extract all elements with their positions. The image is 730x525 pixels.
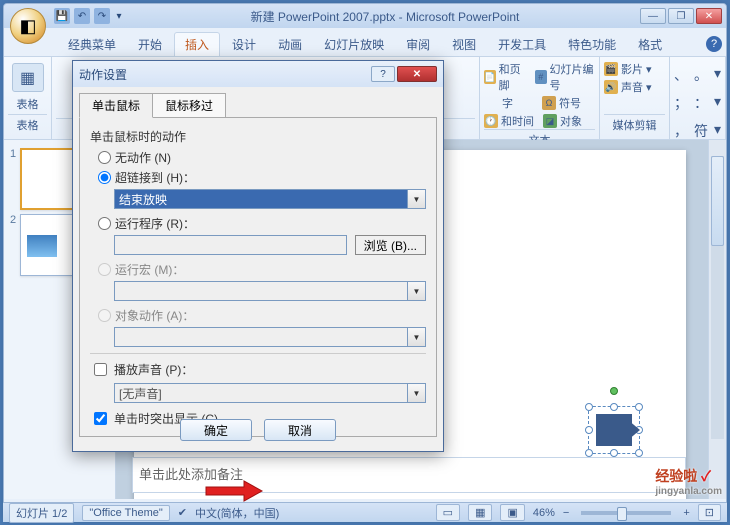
save-icon[interactable]: 💾: [54, 8, 70, 24]
object-icon: ◪: [543, 114, 557, 128]
maximize-button[interactable]: ❐: [668, 8, 694, 24]
zoom-in-button[interactable]: +: [683, 507, 689, 519]
table-icon[interactable]: ▦: [12, 63, 44, 92]
tab-home[interactable]: 开始: [128, 33, 172, 56]
status-bar: 幻灯片 1/2 "Office Theme" ✔ 中文(简体，中国) ▭ ▦ ▣…: [3, 502, 727, 522]
datetime-icon: 🕐: [484, 114, 498, 128]
radio-run-macro: [98, 263, 111, 276]
zoom-out-button[interactable]: −: [563, 507, 569, 519]
fit-window-button[interactable]: ⊡: [698, 504, 721, 521]
help-button[interactable]: ?: [706, 36, 722, 52]
dropdown-icon: ▼: [408, 281, 426, 301]
status-theme[interactable]: "Office Theme": [82, 505, 169, 521]
hyperlink-combo[interactable]: [114, 189, 408, 209]
tab-mouse-click[interactable]: 单击鼠标: [79, 93, 153, 118]
dialog-title-bar[interactable]: 动作设置 ? ✕: [73, 61, 443, 87]
tab-animation[interactable]: 动画: [268, 33, 312, 56]
checkbox-play-sound[interactable]: [94, 363, 107, 376]
handle-sw[interactable]: [585, 449, 593, 457]
window-title: 新建 PowerPoint 2007.pptx - Microsoft Powe…: [130, 8, 640, 25]
tab-insert[interactable]: 插入: [174, 32, 220, 56]
datetime-item[interactable]: 🕐和时间◪对象: [484, 113, 595, 129]
watermark: 经验啦 ✓ jingyanla.com: [655, 466, 722, 497]
dialog-actions: 确定 取消: [73, 419, 443, 441]
movie-icon: 🎬: [604, 62, 618, 76]
movie-item[interactable]: 🎬影片 ▾: [604, 61, 652, 77]
handle-nw[interactable]: [585, 403, 593, 411]
sound-item[interactable]: 🔊声音 ▾: [604, 79, 652, 95]
office-button[interactable]: ◧: [10, 8, 46, 44]
handle-s[interactable]: [610, 449, 618, 457]
handle-w[interactable]: [585, 426, 593, 434]
tab-developer[interactable]: 开发工具: [488, 33, 556, 56]
redo-icon[interactable]: ↷: [94, 8, 110, 24]
dropdown-icon: ▼: [408, 327, 426, 347]
tab-slideshow[interactable]: 幻灯片放映: [314, 33, 394, 56]
status-zoom[interactable]: 46%: [533, 507, 555, 519]
dialog-help-button[interactable]: ?: [371, 66, 395, 82]
action-settings-dialog: 动作设置 ? ✕ 单击鼠标 鼠标移过 单击鼠标时的动作 无动作 (N) 超链接到…: [72, 60, 444, 452]
symbol-icon: Ω: [542, 96, 556, 110]
sound-combo[interactable]: [114, 383, 408, 403]
undo-icon[interactable]: ↶: [74, 8, 90, 24]
radio-hyperlink[interactable]: [98, 171, 111, 184]
macro-combo: [114, 281, 408, 301]
handle-ne[interactable]: [635, 403, 643, 411]
handle-se[interactable]: [635, 449, 643, 457]
browse-button[interactable]: 浏览 (B)...: [355, 235, 426, 255]
tab-featured[interactable]: 特色功能: [558, 33, 626, 56]
ok-button[interactable]: 确定: [180, 419, 252, 441]
radio-object-action: [98, 309, 111, 322]
view-slideshow-icon[interactable]: ▣: [500, 504, 524, 521]
tab-view[interactable]: 视图: [442, 33, 486, 56]
quick-access-toolbar: 💾 ↶ ↷ ▾: [48, 8, 130, 24]
zoom-slider[interactable]: [581, 511, 671, 515]
cancel-button[interactable]: 取消: [264, 419, 336, 441]
window-buttons: — ❐ ✕: [640, 8, 726, 24]
dropdown-icon[interactable]: ▼: [408, 383, 426, 403]
tab-review[interactable]: 审阅: [396, 33, 440, 56]
tab-design[interactable]: 设计: [222, 33, 266, 56]
minimize-button[interactable]: —: [640, 8, 666, 24]
tab-format[interactable]: 格式: [628, 33, 672, 56]
object-action-combo: [114, 327, 408, 347]
handle-n[interactable]: [610, 403, 618, 411]
close-button[interactable]: ✕: [696, 8, 722, 24]
tab-mouse-over[interactable]: 鼠标移过: [152, 93, 226, 118]
rotate-handle[interactable]: [610, 387, 618, 395]
dialog-title: 动作设置: [79, 66, 369, 83]
view-sorter-icon[interactable]: ▦: [468, 504, 492, 521]
arrow-shape-icon: [596, 414, 632, 446]
qat-dropdown-icon[interactable]: ▾: [114, 8, 124, 24]
ribbon-tabs: 经典菜单 开始 插入 设计 动画 幻灯片放映 审阅 视图 开发工具 特色功能 格…: [54, 28, 726, 56]
header-footer-item[interactable]: 📄和页脚#幻灯片编号: [484, 61, 595, 93]
spellcheck-icon[interactable]: ✔: [178, 506, 187, 519]
slide-number-icon: #: [535, 70, 547, 84]
dialog-close-button[interactable]: ✕: [397, 66, 437, 82]
dialog-panel: 单击鼠标时的动作 无动作 (N) 超链接到 (H)： ▼ 运行程序 (R)： 浏…: [79, 117, 437, 437]
table-label: 表格: [13, 94, 43, 114]
radio-run-program[interactable]: [98, 217, 111, 230]
header-footer-icon: 📄: [484, 70, 496, 84]
sound-icon: 🔊: [604, 80, 618, 94]
dialog-body: 单击鼠标 鼠标移过 单击鼠标时的动作 无动作 (N) 超链接到 (H)： ▼ 运…: [73, 87, 443, 451]
media-group-label: 媒体剪辑: [604, 114, 665, 135]
dialog-tabs: 单击鼠标 鼠标移过: [79, 93, 437, 118]
tab-classic[interactable]: 经典菜单: [58, 33, 126, 56]
wordart-item[interactable]: 字Ω符号: [484, 95, 595, 111]
annotation-arrow-icon: [204, 479, 264, 508]
status-slide-number[interactable]: 幻灯片 1/2: [9, 503, 74, 523]
selected-shape[interactable]: [592, 410, 636, 450]
check-icon: ✓: [701, 468, 711, 484]
action-legend: 单击鼠标时的动作: [90, 128, 426, 145]
app-window: ◧ 💾 ↶ ↷ ▾ 新建 PowerPoint 2007.pptx - Micr…: [3, 3, 727, 522]
table-group-label: 表格: [8, 114, 47, 135]
radio-none[interactable]: [98, 151, 111, 164]
vertical-scrollbar[interactable]: [708, 140, 726, 499]
view-normal-icon[interactable]: ▭: [436, 504, 460, 521]
dropdown-icon[interactable]: ▼: [408, 189, 426, 209]
program-path-input[interactable]: [114, 235, 347, 255]
title-bar: 💾 ↶ ↷ ▾ 新建 PowerPoint 2007.pptx - Micros…: [4, 4, 726, 28]
